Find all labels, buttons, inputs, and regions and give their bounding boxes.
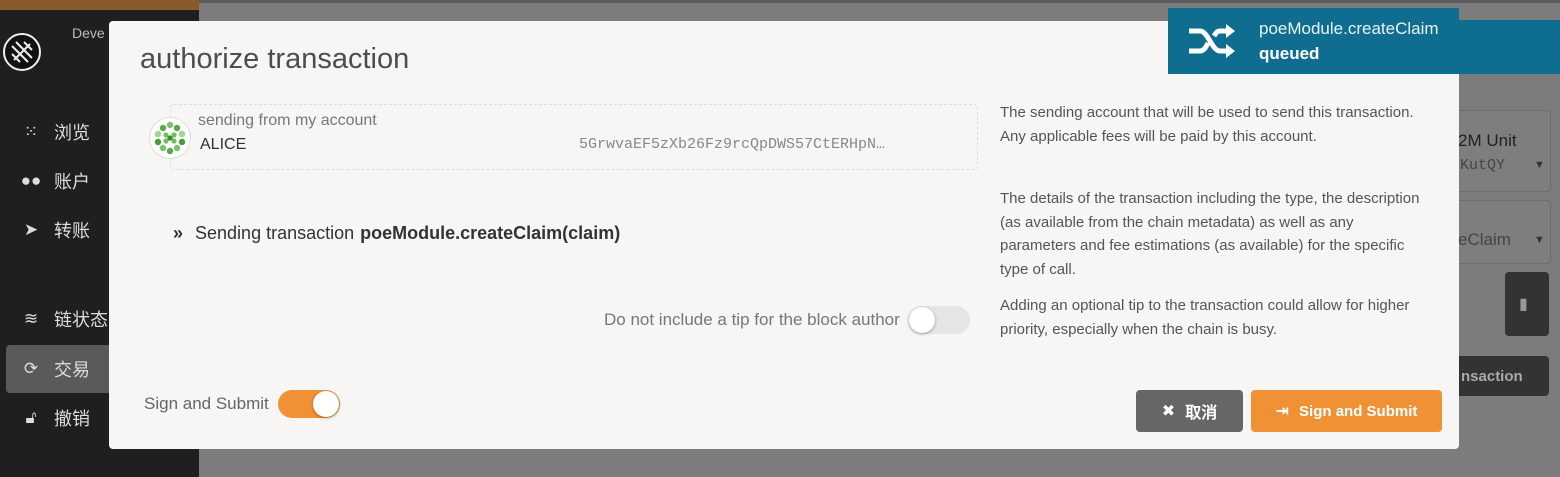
toggle-knob (312, 391, 339, 417)
bg-submit-button: nsaction (1449, 356, 1549, 396)
help-details: The details of the transaction including… (1000, 190, 1420, 278)
grid-icon: ⁙ (23, 122, 39, 141)
sidebar-item-label: 链状态 (54, 310, 108, 330)
chevron-down-icon: ▼ (1534, 234, 1545, 246)
sync-icon: ⟳ (23, 359, 39, 378)
bg-unit-text: 2M Unit (1458, 131, 1517, 150)
bg-file-button: ▮ (1505, 272, 1549, 336)
cancel-label: 取消 (1185, 405, 1218, 422)
database-icon: ≋ (23, 309, 39, 328)
chevron-right-double-icon: » (173, 223, 184, 243)
status-toast[interactable]: poeModule.createClaim queued (1168, 8, 1459, 74)
close-icon: ✖ (1161, 403, 1176, 420)
account-label: sending from my account (198, 112, 377, 129)
bg-submit-fragment: nsaction (1461, 368, 1523, 385)
submit-label: Sign and Submit (1299, 402, 1418, 420)
toast-status: queued (1259, 44, 1320, 63)
account-address: 5GrwvaEF5zXb26Fz9rcQpDWS57CtERHpN… (579, 136, 886, 153)
transaction-summary[interactable]: » Sending transaction poeModule.createCl… (173, 223, 620, 244)
help-tip: Adding an optional tip to the transactio… (1000, 297, 1410, 338)
sidebar-item-label: 浏览 (54, 123, 90, 143)
tip-row: Do not include a tip for the block autho… (604, 306, 970, 334)
sidebar-top-accent (0, 0, 199, 10)
account-name: ALICE (200, 136, 247, 153)
unlock-icon: 🔓︎ (25, 408, 37, 427)
bg-method-card: eClaim ▼ (1449, 200, 1551, 264)
toggle-knob (908, 307, 935, 333)
cancel-button[interactable]: ✖ 取消 (1136, 390, 1243, 432)
file-icon: ▮ (1519, 296, 1528, 313)
shuffle-icon (1189, 24, 1235, 58)
sidebar-item-label: 转账 (54, 221, 90, 241)
top-strip (199, 0, 1560, 3)
transaction-prefix: Sending transaction (195, 223, 355, 243)
sign-and-submit-button[interactable]: ⇥ Sign and Submit (1251, 390, 1442, 432)
toast-method: poeModule.createClaim (1259, 19, 1439, 38)
bg-method-fragment: eClaim (1458, 230, 1511, 249)
chain-name: Deve (72, 25, 105, 41)
sign-toggle-row: Sign and Submit (144, 390, 340, 418)
sidebar-item-label: 撤销 (54, 409, 90, 429)
chain-logo-icon[interactable] (2, 32, 42, 72)
sign-in-icon: ⇥ (1275, 403, 1290, 420)
sending-account[interactable]: sending from my account ALICE 5GrwvaEF5z… (150, 104, 978, 170)
authorize-transaction-modal: authorize transaction sending from my ac… (109, 21, 1459, 449)
tip-label: Do not include a tip for the block autho… (604, 310, 900, 329)
chevron-down-icon: ▼ (1534, 159, 1545, 171)
account-identicon (150, 118, 190, 158)
sidebar-item-label: 交易 (54, 360, 90, 380)
send-icon: ➤ (23, 220, 39, 239)
users-icon: ●● (20, 171, 42, 190)
bg-address-fragment: KutQY (1460, 157, 1506, 174)
sign-toggle-label: Sign and Submit (144, 394, 269, 413)
sign-toggle[interactable] (277, 390, 340, 418)
transaction-call: poeModule.createClaim(claim) (360, 223, 621, 243)
tip-toggle[interactable] (907, 306, 970, 334)
toast-edge (1459, 20, 1560, 74)
sidebar-item-label: 账户 (54, 172, 90, 192)
bg-account-card: 2M Unit KutQY ▼ (1449, 110, 1551, 192)
modal-title: authorize transaction (140, 43, 410, 75)
help-account: The sending account that will be used to… (1000, 104, 1414, 145)
